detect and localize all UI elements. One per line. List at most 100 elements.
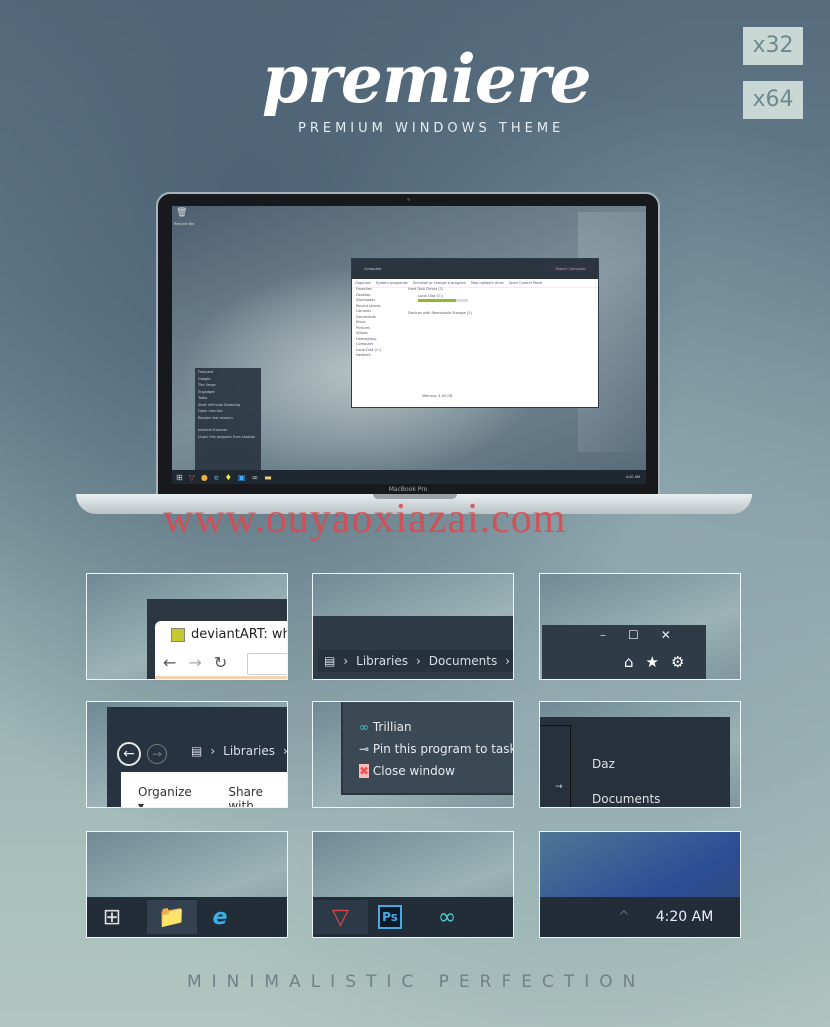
- back-button[interactable]: ←: [117, 742, 141, 766]
- address-breadcrumb[interactable]: ▤ › Libraries › Documents ›: [318, 650, 513, 672]
- jumplist-unpin[interactable]: Unpin this program from taskbar: [198, 435, 258, 439]
- organize-menu[interactable]: Organize ▾: [138, 785, 200, 807]
- jumplist-task[interactable]: Reopen last session: [198, 416, 258, 420]
- menu-close-window[interactable]: ✖ Close window: [359, 764, 513, 778]
- nav-item[interactable]: Pictures: [356, 326, 381, 330]
- explorer-icon[interactable]: ▬: [264, 473, 272, 482]
- file-explorer-icon[interactable]: 📁: [147, 900, 197, 934]
- ie-icon[interactable]: e: [214, 473, 219, 482]
- vivaldi-icon[interactable]: ▽: [189, 473, 195, 482]
- trillian-icon[interactable]: ∞: [430, 900, 464, 934]
- tile-taskbar-left: ⊞ 📁 e: [86, 831, 288, 938]
- toolbar-control-panel[interactable]: Open Control Panel: [509, 281, 543, 285]
- browser-tab-title[interactable]: deviantART: where: [191, 627, 287, 642]
- tile-breadcrumb: ▤ › Libraries › Documents ›: [312, 573, 514, 680]
- minimize-icon[interactable]: –: [600, 628, 606, 642]
- internet-explorer-icon[interactable]: e: [203, 900, 237, 934]
- crumb-documents[interactable]: Documents: [429, 654, 497, 668]
- jumplist-task[interactable]: Open new tab: [198, 409, 258, 413]
- tile-explorer-nav: ← → ▤ › Libraries › Organize ▾ Share with: [86, 701, 288, 808]
- nav-item[interactable]: Libraries: [356, 309, 381, 313]
- explorer-nav-pane: Favorites Desktop Downloads Recent places Li…: [356, 287, 381, 357]
- desktop-taskbar: ⊞ ▽ ● e ♦ ▣ ∞ ▬ 4:20 AM: [172, 470, 646, 484]
- tile-browser-tab: deviantART: where ← → ↻: [86, 573, 288, 680]
- start-button-icon[interactable]: ⊞: [95, 900, 129, 934]
- home-icon[interactable]: ⌂: [624, 653, 634, 671]
- trillian-icon[interactable]: ∞: [252, 473, 259, 482]
- jumplist-item[interactable]: Google: [198, 377, 258, 381]
- section-hdd: Hard Disk Drives (1): [408, 287, 444, 291]
- nav-item[interactable]: Network: [356, 353, 381, 357]
- pin-icon: ⊸: [359, 742, 370, 756]
- trillian-icon: ∞: [359, 720, 369, 734]
- x32-badge[interactable]: x32: [743, 27, 803, 65]
- crumb-libraries[interactable]: Libraries: [356, 654, 408, 668]
- nav-item-documents[interactable]: Documents: [592, 792, 660, 806]
- menu-pin-taskbar[interactable]: ⊸ Pin this program to taskb: [359, 742, 513, 756]
- recycle-bin-label: Recycle Bin: [174, 222, 195, 226]
- forward-icon[interactable]: →: [188, 653, 201, 672]
- back-icon[interactable]: ←: [163, 653, 176, 672]
- show-hidden-icons-chevron[interactable]: ^: [618, 909, 630, 925]
- gear-icon[interactable]: ⚙: [671, 653, 684, 671]
- explorer-search[interactable]: Search Computer: [547, 266, 594, 272]
- recycle-bin-icon[interactable]: 🗑: [176, 208, 187, 222]
- status-memory: Memory: 4.00 GB: [422, 394, 453, 398]
- nav-item[interactable]: Music: [356, 320, 381, 324]
- nav-item[interactable]: Videos: [356, 331, 381, 335]
- jumplist-task[interactable]: Start InPrivate Browsing: [198, 403, 258, 407]
- tagline: PREMIUM WINDOWS THEME: [298, 121, 565, 136]
- x64-badge[interactable]: x64: [743, 81, 803, 119]
- explorer-window[interactable]: Computer Search Computer Organize System…: [351, 258, 599, 408]
- close-icon[interactable]: ✕: [661, 628, 671, 642]
- nav-item[interactable]: Desktop: [356, 293, 381, 297]
- nav-item-daz[interactable]: Daz: [592, 757, 615, 771]
- jump-list: Frequent Google The Verge Engadget Tasks…: [195, 368, 261, 470]
- chrome-icon[interactable]: ●: [201, 473, 208, 482]
- watermark: www.ouyaoxiazai.com: [163, 496, 567, 542]
- forward-button[interactable]: →: [147, 744, 167, 764]
- jumplist-app[interactable]: Internet Explorer: [198, 428, 258, 432]
- desktop-screen: 🗑 Recycle Bin Computer Search Computer O…: [172, 206, 646, 484]
- toolbar-organize[interactable]: Organize: [355, 281, 371, 285]
- taskbar-clock[interactable]: 4:20 AM: [656, 909, 714, 925]
- tile-nav-pane: Daz → Documents: [539, 701, 741, 808]
- menu-trillian[interactable]: ∞ Trillian: [359, 720, 513, 734]
- jumplist-item[interactable]: Engadget: [198, 390, 258, 394]
- reload-icon[interactable]: ↻: [214, 653, 227, 672]
- nav-item[interactable]: Computer: [356, 342, 381, 346]
- toolbar-map-drive[interactable]: Map network drive: [471, 281, 504, 285]
- address-bar[interactable]: [247, 653, 287, 675]
- nav-item[interactable]: Local Disk (C:): [356, 348, 381, 352]
- nav-item[interactable]: Documents: [356, 315, 381, 319]
- star-icon[interactable]: ★: [646, 653, 659, 671]
- jumplist-item[interactable]: The Verge: [198, 383, 258, 387]
- tile-caption-buttons: – ☐ ✕ ⌂ ★ ⚙: [539, 573, 741, 680]
- photoshop-icon[interactable]: Ps: [378, 905, 402, 929]
- toolbar-uninstall[interactable]: Uninstall or change a program: [413, 281, 466, 285]
- maximize-icon[interactable]: ☐: [628, 628, 639, 642]
- tile-taskbar-apps: ▽ Ps ∞: [312, 831, 514, 938]
- document-icon: ▤: [324, 654, 336, 668]
- drive-usage-bar: [418, 299, 468, 302]
- explorer-breadcrumb[interactable]: Computer: [364, 267, 381, 271]
- expand-arrow-icon[interactable]: →: [555, 782, 563, 792]
- crumb-libraries[interactable]: Libraries: [223, 744, 275, 758]
- share-with-menu[interactable]: Share with: [228, 785, 287, 807]
- toolbar-system-properties[interactable]: System properties: [376, 281, 408, 285]
- desktop-clock[interactable]: 4:20 AM: [626, 475, 640, 479]
- vivaldi-icon[interactable]: ▽: [313, 900, 368, 934]
- logo: premiere: [262, 40, 592, 118]
- footer-slogan: MINIMALISTIC PERFECTION: [187, 972, 646, 992]
- nav-item[interactable]: Recent places: [356, 304, 381, 308]
- photoshop-icon[interactable]: ▣: [238, 473, 246, 482]
- app-icon[interactable]: ♦: [225, 473, 232, 482]
- nav-item[interactable]: Downloads: [356, 298, 381, 302]
- nav-item[interactable]: Homegroup: [356, 337, 381, 341]
- nav-item[interactable]: Favorites: [356, 287, 381, 291]
- laptop: 🗑 Recycle Bin Computer Search Computer O…: [156, 192, 660, 496]
- start-icon[interactable]: ⊞: [176, 473, 183, 482]
- deviantart-icon: [171, 628, 185, 642]
- drive-label[interactable]: Local Disk (C:): [418, 294, 443, 298]
- jumplist-tasks-header: Tasks: [198, 396, 208, 400]
